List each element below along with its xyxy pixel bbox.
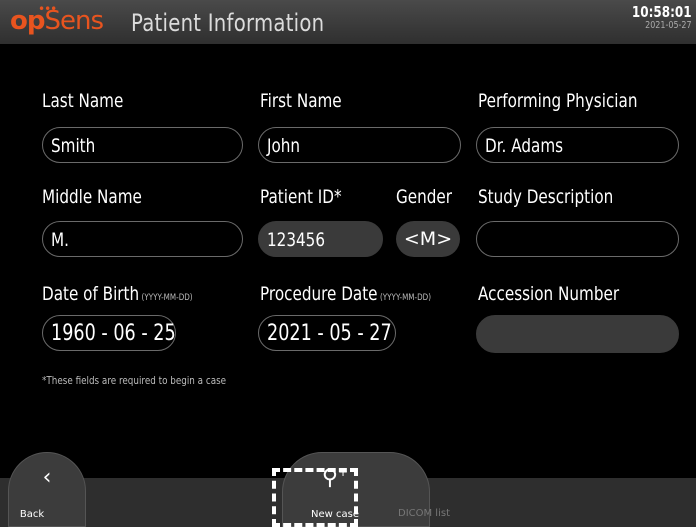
last-name-field[interactable]: Smith xyxy=(42,127,243,163)
procedure-date-format-hint: (YYYY-MM-DD) xyxy=(379,293,432,303)
middle-name-label: Middle Name xyxy=(42,186,142,208)
opsens-logo: opSens ••• xyxy=(10,2,104,36)
chevron-left-icon: ‹ xyxy=(42,465,52,490)
dicom-list-button[interactable]: DICOM list xyxy=(398,508,450,519)
dob-field[interactable]: 1960 - 06 - 25 xyxy=(42,315,176,351)
dob-label: Date of Birth (YYYY-MM-DD) xyxy=(42,283,193,305)
patient-id-label: Patient ID* xyxy=(260,186,342,208)
logo-dots-icon: ••• xyxy=(38,2,57,16)
clock-date: 2021-05-27 xyxy=(645,20,693,31)
physician-label: Performing Physician xyxy=(478,90,638,112)
procedure-date-field[interactable]: 2021 - 05 - 27 xyxy=(258,315,396,351)
study-description-label: Study Description xyxy=(478,186,614,208)
patient-id-field[interactable]: 123456 xyxy=(258,221,383,257)
dob-format-hint: (YYYY-MM-DD) xyxy=(141,293,193,303)
gender-label: Gender xyxy=(396,186,453,208)
required-fields-note: *These fields are required to begin a ca… xyxy=(42,374,227,387)
page-title: Patient Information xyxy=(131,9,325,37)
accession-number-label: Accession Number xyxy=(478,283,620,305)
middle-name-field[interactable]: M. xyxy=(42,221,243,257)
add-person-icon: ⚲+ xyxy=(321,465,349,491)
clock-time: 10:58:01 xyxy=(632,3,692,21)
first-name-label: First Name xyxy=(260,90,342,112)
procedure-date-label: Procedure Date (YYYY-MM-DD) xyxy=(260,283,432,305)
gender-toggle-button[interactable]: <M> xyxy=(396,221,460,257)
back-button[interactable]: ‹ Back xyxy=(8,452,86,527)
last-name-label: Last Name xyxy=(42,90,124,112)
header-bar: opSens ••• Patient Information 10:58:01 … xyxy=(0,0,696,44)
first-name-field[interactable]: John xyxy=(258,127,461,163)
back-label: Back xyxy=(19,509,45,520)
accession-number-field[interactable] xyxy=(476,315,679,353)
physician-field[interactable]: Dr. Adams xyxy=(476,127,679,163)
clock: 10:58:01 2021-05-27 xyxy=(617,4,692,32)
study-description-field[interactable] xyxy=(476,221,679,257)
